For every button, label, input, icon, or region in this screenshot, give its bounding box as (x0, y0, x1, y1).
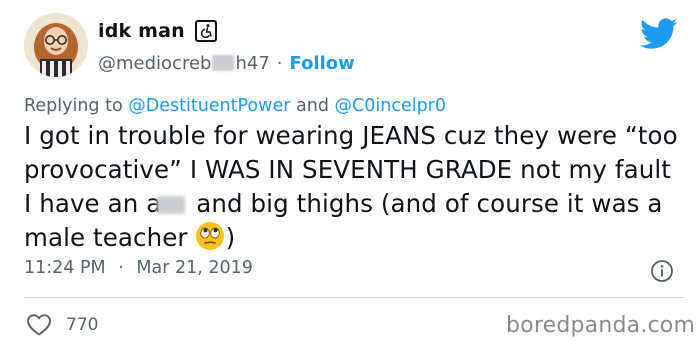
user-handle[interactable]: @mediocreb h47 (98, 53, 270, 74)
tweet-date: Mar 21, 2019 (136, 258, 253, 278)
separator-dot: · (118, 258, 124, 278)
user-info: idk man @mediocreb h47 · Follow (98, 18, 355, 76)
tweet-card: idk man @mediocreb h47 · Follow Replying… (0, 0, 700, 349)
avatar[interactable] (24, 13, 88, 77)
like-count: 770 (66, 315, 99, 335)
divider (24, 297, 684, 298)
handle-row: @mediocreb h47 · Follow (98, 50, 355, 76)
twitter-bird-icon[interactable] (640, 18, 678, 50)
separator-dot: · (276, 52, 283, 74)
handle-end: h47 (235, 52, 270, 74)
name-row: idk man (98, 18, 355, 44)
like-button[interactable]: 770 (26, 313, 98, 337)
reply-context: Replying to @DestituentPower and @C0ince… (24, 96, 446, 116)
reply-prefix: Replying to (24, 96, 123, 116)
mention-link[interactable]: @C0incelpr0 (335, 96, 447, 116)
follow-button[interactable]: Follow (290, 53, 355, 74)
handle-start: @mediocreb (98, 52, 212, 74)
watermark: boredpanda.com (506, 313, 696, 338)
display-name[interactable]: idk man (98, 20, 185, 42)
tweet-text: I got in trouble for wearing JEANS cuz t… (24, 119, 684, 255)
info-icon[interactable] (650, 259, 674, 283)
handle-censor (212, 55, 235, 71)
heart-icon (27, 314, 51, 336)
wheelchair-icon (194, 20, 217, 42)
tweet-time: 11:24 PM (24, 258, 106, 278)
tweet-text-part: ) (225, 223, 236, 252)
word-censor (157, 196, 186, 214)
tweet-timestamp[interactable]: 11:24 PM · Mar 21, 2019 (24, 258, 253, 278)
reply-conjunction: and (296, 96, 329, 116)
mention-link[interactable]: @DestituentPower (128, 96, 290, 116)
rolling-eyes-emoji (195, 222, 224, 250)
